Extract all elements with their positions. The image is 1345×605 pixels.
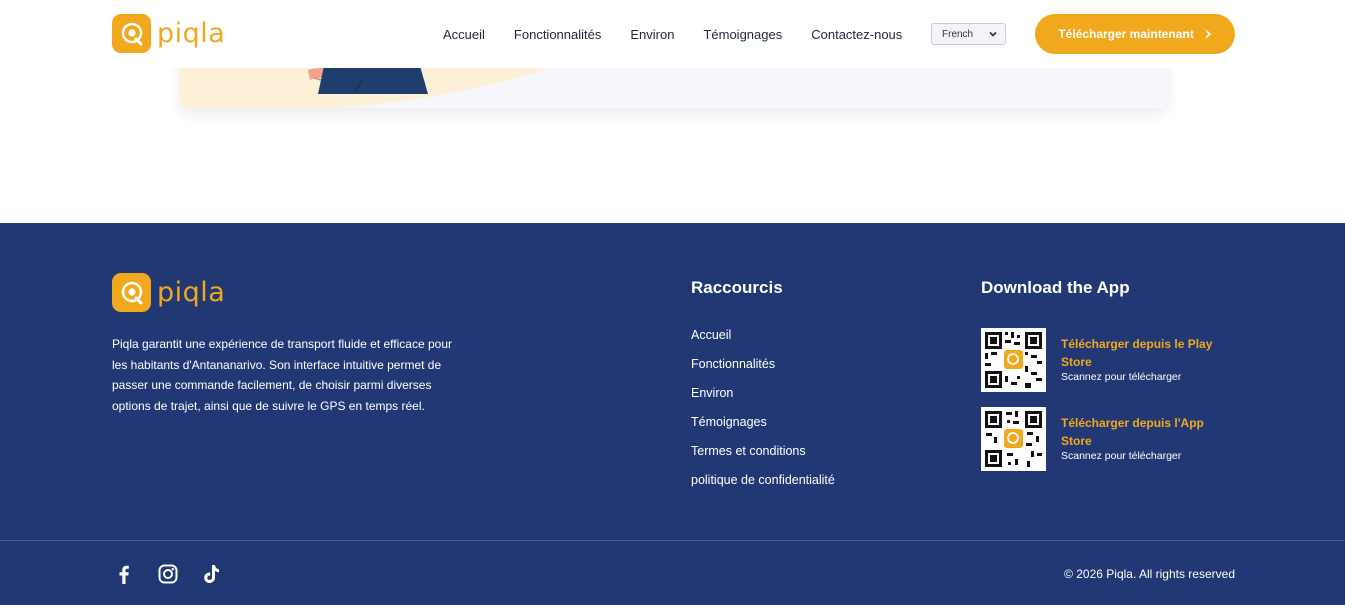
facebook-icon[interactable]: [112, 562, 136, 586]
shortcut-temoignages[interactable]: Témoignages: [691, 415, 835, 444]
logo-wordmark: piqla: [157, 277, 226, 308]
logo-badge-icon: [112, 273, 151, 312]
shortcuts-list: Accueil Fonctionnalités Environ Témoigna…: [691, 328, 835, 502]
tiktok-icon[interactable]: [199, 562, 223, 586]
app-store-qr-code[interactable]: [981, 407, 1046, 471]
shortcut-privacy[interactable]: politique de confidentialité: [691, 473, 835, 502]
chevron-right-icon: [1205, 29, 1211, 39]
shortcuts-title: Raccourcis: [691, 278, 783, 297]
app-store-download[interactable]: Télécharger depuis l'App Store Scannez p…: [981, 407, 1241, 471]
site-footer: piqla Piqla garantit une expérience de t…: [0, 223, 1345, 605]
nav-fonctionnalites[interactable]: Fonctionnalités: [514, 27, 601, 42]
play-store-download[interactable]: Télécharger depuis le Play Store Scannez…: [981, 328, 1241, 392]
nav-environ[interactable]: Environ: [630, 27, 674, 42]
logo-wordmark: piqla: [157, 18, 226, 49]
app-store-subtitle: Scannez pour télécharger: [1061, 450, 1182, 462]
footer-logo[interactable]: piqla: [112, 273, 225, 312]
site-header: piqla Accueil Fonctionnalités Environ Té…: [0, 0, 1345, 68]
download-now-label: Télécharger maintenant: [1058, 27, 1194, 41]
shortcut-fonctionnalites[interactable]: Fonctionnalités: [691, 357, 835, 386]
nav-temoignages[interactable]: Témoignages: [703, 27, 782, 42]
instagram-icon[interactable]: [156, 562, 180, 586]
logo-badge-icon: [112, 14, 151, 53]
footer-divider: [0, 540, 1345, 541]
footer-about-text: Piqla garantit une expérience de transpo…: [112, 337, 452, 413]
nav-contactez-nous[interactable]: Contactez-nous: [811, 27, 902, 42]
play-store-qr-code[interactable]: [981, 328, 1046, 392]
play-store-title[interactable]: Télécharger depuis le Play Store: [1061, 335, 1231, 371]
download-app-title: Download the App: [981, 278, 1130, 297]
header-logo[interactable]: piqla: [112, 14, 225, 53]
shortcut-terms[interactable]: Termes et conditions: [691, 444, 835, 473]
chevron-down-icon: [989, 31, 997, 37]
language-select-value: French: [942, 28, 974, 40]
download-now-button[interactable]: Télécharger maintenant: [1035, 14, 1235, 54]
nav-accueil[interactable]: Accueil: [443, 27, 485, 42]
shortcut-accueil[interactable]: Accueil: [691, 328, 835, 357]
language-select[interactable]: French: [931, 23, 1006, 45]
main-nav: Accueil Fonctionnalités Environ Témoigna…: [443, 0, 902, 68]
copyright-text: © 2026 Piqla. All rights reserved: [1064, 567, 1235, 581]
shortcut-environ[interactable]: Environ: [691, 386, 835, 415]
app-store-title[interactable]: Télécharger depuis l'App Store: [1061, 414, 1231, 450]
play-store-subtitle: Scannez pour télécharger: [1061, 371, 1182, 383]
